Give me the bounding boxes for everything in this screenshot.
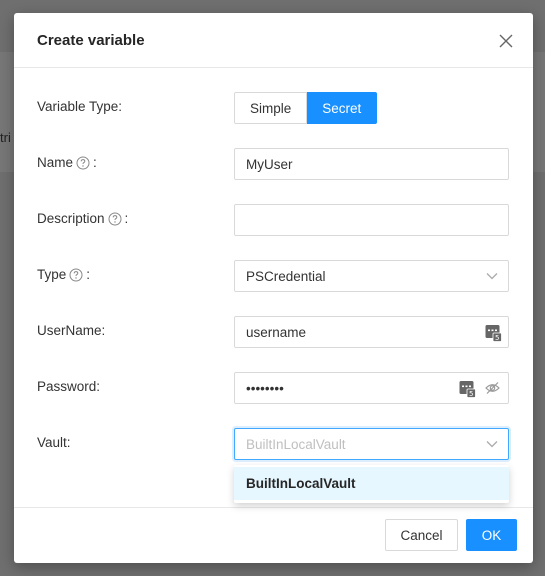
name-input[interactable]: MyUser (234, 148, 509, 180)
help-icon[interactable] (69, 268, 83, 282)
vault-label: Vault: (37, 435, 71, 450)
username-label: UserName: (37, 323, 106, 338)
dialog-footer: Cancel OK (14, 507, 533, 563)
variable-picker-icon[interactable]: 5 (485, 324, 502, 342)
username-input[interactable]: username 5 (234, 316, 509, 348)
variable-type-simple-button[interactable]: Simple (234, 92, 308, 124)
name-label-colon: : (93, 155, 97, 170)
username-input-value: username (246, 324, 307, 340)
variable-type-toggle: Simple Secret (234, 92, 378, 124)
chevron-down-icon (486, 439, 498, 449)
close-icon (499, 34, 513, 48)
chevron-down-icon (486, 271, 498, 281)
create-variable-dialog: Create variable Variable Type: Simple Se… (14, 13, 533, 563)
help-icon[interactable] (108, 212, 122, 226)
description-input[interactable] (234, 204, 509, 236)
password-input[interactable]: •••••••• 5 (234, 372, 509, 404)
background-text-fragment: tri (0, 130, 11, 145)
variable-picker-icon[interactable]: 5 (459, 380, 476, 398)
name-input-value: MyUser (246, 156, 293, 172)
name-label: Name : (37, 155, 97, 170)
help-icon[interactable] (76, 156, 90, 170)
description-label-colon: : (124, 211, 129, 226)
description-row: Description : (14, 204, 533, 236)
vault-select-placeholder: BuiltInLocalVault (246, 436, 346, 452)
vault-row: Vault: BuiltInLocalVault (14, 428, 533, 460)
svg-text:5: 5 (495, 334, 499, 342)
vault-dropdown: BuiltInLocalVault (234, 465, 509, 503)
type-label-text: Type (37, 267, 67, 282)
type-label: Type : (37, 267, 90, 282)
eye-slash-icon[interactable] (485, 381, 500, 395)
variable-type-secret-button[interactable]: Secret (307, 92, 378, 124)
vault-option-builtinlocalvault[interactable]: BuiltInLocalVault (234, 467, 509, 500)
name-label-text: Name (37, 155, 74, 170)
password-label: Password: (37, 379, 101, 394)
vault-select[interactable]: BuiltInLocalVault (234, 428, 509, 460)
type-label-colon: : (86, 267, 91, 282)
type-row: Type : PSCredential (14, 260, 533, 292)
dialog-header: Create variable (14, 13, 533, 68)
svg-text:5: 5 (469, 390, 473, 398)
ok-button[interactable]: OK (466, 519, 517, 551)
type-select-value: PSCredential (246, 268, 326, 284)
dialog-title: Create variable (37, 32, 145, 49)
variable-type-label: Variable Type: (37, 99, 123, 114)
password-input-value: •••••••• (246, 380, 284, 396)
password-row: Password: •••••••• 5 (14, 372, 533, 404)
cancel-button[interactable]: Cancel (385, 519, 458, 551)
close-button[interactable] (495, 30, 517, 52)
name-row: Name : MyUser (14, 148, 533, 180)
description-label-text: Description (37, 211, 105, 226)
variable-type-row: Variable Type: Simple Secret (14, 92, 533, 124)
username-row: UserName: username 5 (14, 316, 533, 348)
description-label: Description : (37, 211, 128, 226)
type-select[interactable]: PSCredential (234, 260, 509, 292)
